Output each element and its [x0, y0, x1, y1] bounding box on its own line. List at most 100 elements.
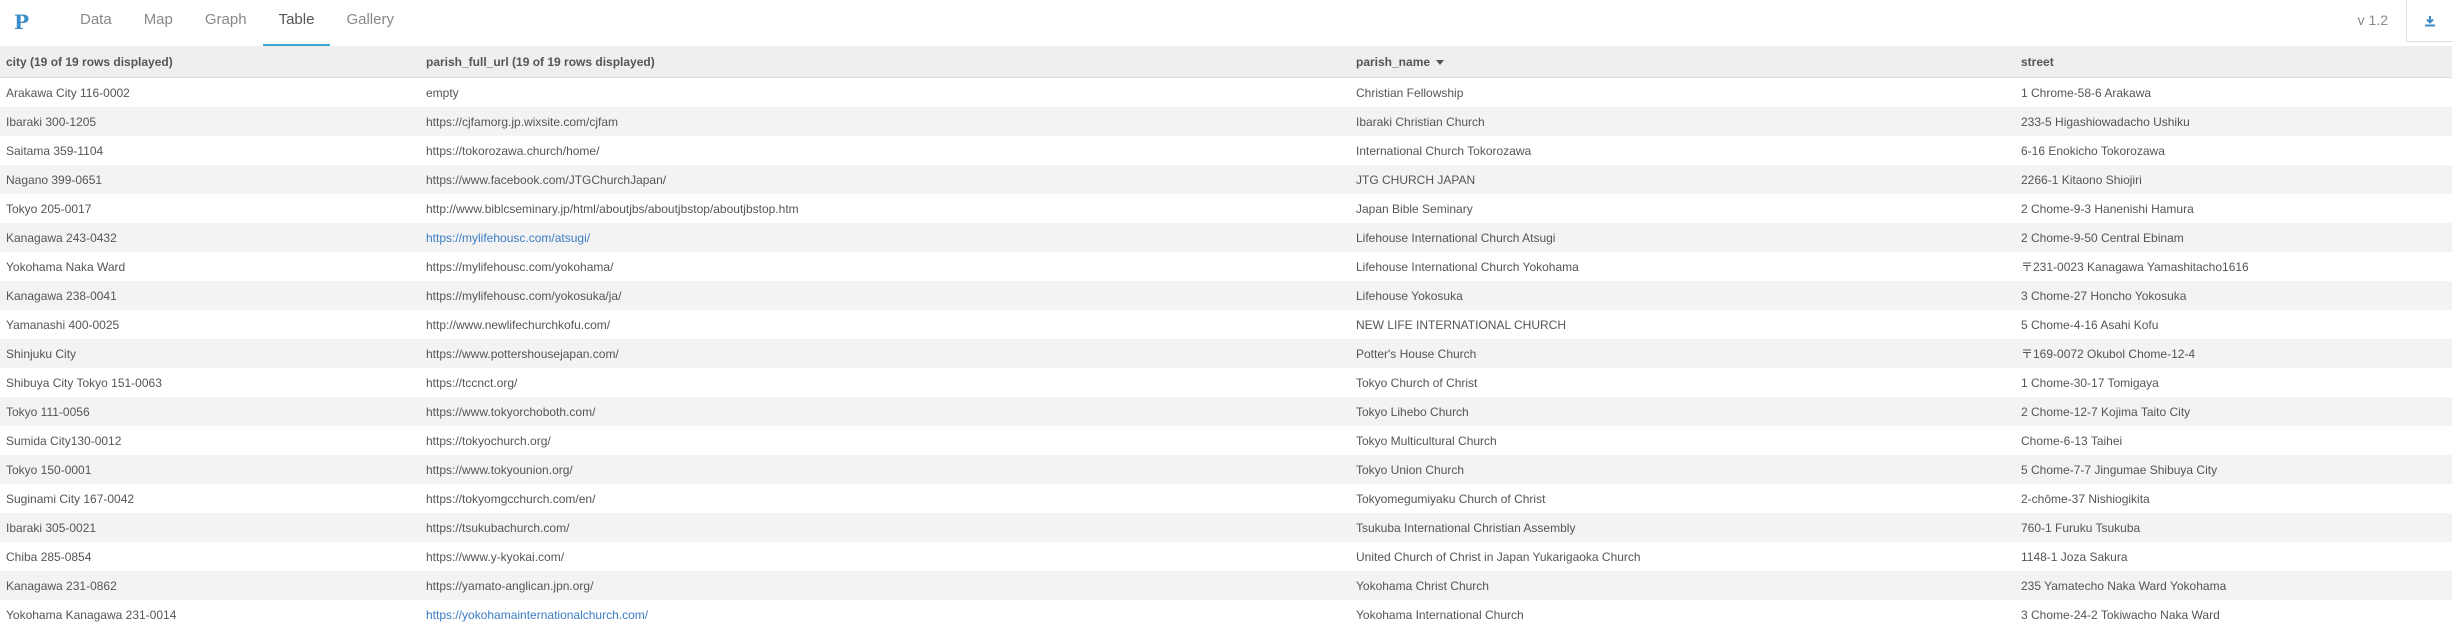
table-row[interactable]: Saitama 359-1104 https://tokorozawa.churc…: [0, 136, 2452, 165]
cell-parish-name: Ibaraki Christian Church: [1350, 107, 2015, 136]
cell-city: Suginami City 167-0042: [0, 484, 420, 513]
nav-tabs: Data Map Graph Table Gallery: [64, 0, 410, 46]
cell-city: Ibaraki 305-0021: [0, 513, 420, 542]
cell-parish-name: Yokohama International Church: [1350, 600, 2015, 629]
cell-parish-name: United Church of Christ in Japan Yukarig…: [1350, 542, 2015, 571]
table-row[interactable]: Tokyo 150-0001 https://www.tokyounion.org…: [0, 455, 2452, 484]
cell-street: 5 Chome-4-16 Asahi Kofu: [2015, 310, 2452, 339]
download-icon: [2424, 15, 2435, 26]
cell-city: Yokohama Kanagawa 231-0014: [0, 600, 420, 629]
cell-street: 2 Chome-12-7 Kojima Taito City: [2015, 397, 2452, 426]
cell-city: Sumida City130-0012: [0, 426, 420, 455]
cell-parish-name: Christian Fellowship: [1350, 77, 2015, 107]
table-row[interactable]: Kanagawa 231-0862 https://yamato-anglican…: [0, 571, 2452, 600]
cell-parish-url: http://www.biblcseminary.jp/html/aboutjb…: [420, 194, 1350, 223]
cell-parish-url: https://www.tokyounion.org/: [420, 455, 1350, 484]
app-logo[interactable]: P: [14, 10, 29, 34]
cell-city: Shinjuku City: [0, 339, 420, 368]
cell-parish-url[interactable]: https://mylifehousc.com/atsugi/: [420, 223, 1350, 252]
cell-street: 〒169-0072 Okubol Chome-12-4: [2015, 339, 2452, 368]
cell-street: 〒231-0023 Kanagawa Yamashitacho1616: [2015, 252, 2452, 281]
table-row[interactable]: Shibuya City Tokyo 151-0063 https://tccnc…: [0, 368, 2452, 397]
cell-parish-url: http://www.newlifechurchkofu.com/: [420, 310, 1350, 339]
cell-parish-url: https://mylifehousc.com/yokosuka/ja/: [420, 281, 1350, 310]
cell-street: 1148-1 Joza Sakura: [2015, 542, 2452, 571]
cell-parish-url: https://www.y-kyokai.com/: [420, 542, 1350, 571]
version-label: v 1.2: [2357, 12, 2388, 28]
cell-city: Kanagawa 231-0862: [0, 571, 420, 600]
cell-city: Saitama 359-1104: [0, 136, 420, 165]
tab-graph[interactable]: Graph: [189, 0, 263, 46]
cell-city: Yamanashi 400-0025: [0, 310, 420, 339]
table-row[interactable]: Ibaraki 300-1205 https://cjfamorg.jp.wixs…: [0, 107, 2452, 136]
table-row[interactable]: Nagano 399-0651 https://www.facebook.com/…: [0, 165, 2452, 194]
column-header-parish-name[interactable]: parish_name: [1350, 46, 2015, 78]
cell-parish-url: https://tokyochurch.org/: [420, 426, 1350, 455]
table-row[interactable]: Kanagawa 243-0432 https://mylifehousc.com…: [0, 223, 2452, 252]
cell-street: 5 Chome-7-7 Jingumae Shibuya City: [2015, 455, 2452, 484]
cell-parish-name: Tokyo Lihebo Church: [1350, 397, 2015, 426]
tab-gallery[interactable]: Gallery: [330, 0, 410, 46]
cell-street: 760-1 Furuku Tsukuba: [2015, 513, 2452, 542]
cell-parish-name: JTG CHURCH JAPAN: [1350, 165, 2015, 194]
cell-street: 1 Chome-30-17 Tomigaya: [2015, 368, 2452, 397]
cell-street: 2-chōme-37 Nishiogikita: [2015, 484, 2452, 513]
cell-parish-name: Tokyo Multicultural Church: [1350, 426, 2015, 455]
cell-parish-url: https://www.tokyorchoboth.com/: [420, 397, 1350, 426]
table-row[interactable]: Yokohama Kanagawa 231-0014 https://yokoha…: [0, 600, 2452, 629]
cell-street: 1 Chrome-58-6 Arakawa: [2015, 77, 2452, 107]
cell-parish-name: Tsukuba International Christian Assembly: [1350, 513, 2015, 542]
cell-parish-url: https://tccnct.org/: [420, 368, 1350, 397]
table-row[interactable]: Yokohama Naka Ward https://mylifehousc.co…: [0, 252, 2452, 281]
cell-street: 2266-1 Kitaono Shiojiri: [2015, 165, 2452, 194]
cell-parish-url: https://tokyomgcchurch.com/en/: [420, 484, 1350, 513]
cell-parish-url: https://tsukubachurch.com/: [420, 513, 1350, 542]
cell-city: Nagano 399-0651: [0, 165, 420, 194]
cell-street: 3 Chome-24-2 Tokiwacho Naka Ward: [2015, 600, 2452, 629]
table-row[interactable]: Yamanashi 400-0025 http://www.newlifechur…: [0, 310, 2452, 339]
cell-city: Ibaraki 300-1205: [0, 107, 420, 136]
cell-street: 2 Chome-9-3 Hanenishi Hamura: [2015, 194, 2452, 223]
cell-parish-url: https://www.facebook.com/JTGChurchJapan/: [420, 165, 1350, 194]
cell-parish-name: Lifehouse International Church Yokohama: [1350, 252, 2015, 281]
cell-parish-url: https://tokorozawa.church/home/: [420, 136, 1350, 165]
cell-parish-name: Tokyo Church of Christ: [1350, 368, 2015, 397]
cell-parish-url: https://yamato-anglican.jpn.org/: [420, 571, 1350, 600]
cell-parish-url[interactable]: https://yokohamainternationalchurch.com/: [420, 600, 1350, 629]
cell-parish-name: Japan Bible Seminary: [1350, 194, 2015, 223]
cell-parish-name: Potter's House Church: [1350, 339, 2015, 368]
tab-table[interactable]: Table: [262, 0, 331, 46]
column-header-street[interactable]: street: [2015, 46, 2452, 78]
cell-parish-name: Lifehouse Yokosuka: [1350, 281, 2015, 310]
cell-city: Chiba 285-0854: [0, 542, 420, 571]
cell-street: 235 Yamatecho Naka Ward Yokohama: [2015, 571, 2452, 600]
table-row[interactable]: Tokyo 111-0056 https://www.tokyorchoboth.…: [0, 397, 2452, 426]
table-row[interactable]: Ibaraki 305-0021 https://tsukubachurch.co…: [0, 513, 2452, 542]
cell-city: Tokyo 205-0017: [0, 194, 420, 223]
cell-street: 3 Chome-27 Honcho Yokosuka: [2015, 281, 2452, 310]
cell-city: Yokohama Naka Ward: [0, 252, 420, 281]
table-row[interactable]: Chiba 285-0854 https://www.y-kyokai.com/U…: [0, 542, 2452, 571]
cell-city: Kanagawa 243-0432: [0, 223, 420, 252]
tab-map[interactable]: Map: [128, 0, 189, 46]
cell-city: Kanagawa 238-0041: [0, 281, 420, 310]
table-row[interactable]: Kanagawa 238-0041 https://mylifehousc.com…: [0, 281, 2452, 310]
table-row[interactable]: Shinjuku City https://www.pottershousejap…: [0, 339, 2452, 368]
cell-parish-url: empty: [420, 77, 1350, 107]
sort-descending-icon: [1436, 59, 1445, 65]
cell-street: Chome-6-13 Taihei: [2015, 426, 2452, 455]
table-row[interactable]: Arakawa City 116-0002 empty Christian Fell…: [0, 77, 2452, 107]
table-row[interactable]: Sumida City130-0012 https://tokyochurch.o…: [0, 426, 2452, 455]
cell-street: 233-5 Higashiowadacho Ushiku: [2015, 107, 2452, 136]
cell-city: Arakawa City 116-0002: [0, 77, 420, 107]
download-button[interactable]: [2406, 0, 2452, 42]
table-row[interactable]: Tokyo 205-0017 http://www.biblcseminary.j…: [0, 194, 2452, 223]
cell-city: Shibuya City Tokyo 151-0063: [0, 368, 420, 397]
tab-data[interactable]: Data: [64, 0, 128, 46]
cell-parish-name: NEW LIFE INTERNATIONAL CHURCH: [1350, 310, 2015, 339]
cell-city: Tokyo 150-0001: [0, 455, 420, 484]
table-row[interactable]: Suginami City 167-0042 https://tokyomgcch…: [0, 484, 2452, 513]
column-header-city[interactable]: city (19 of 19 rows displayed): [0, 46, 420, 78]
column-header-parish-full-url[interactable]: parish_full_url (19 of 19 rows displayed…: [420, 46, 1350, 78]
table-header-row: city (19 of 19 rows displayed) parish_fu…: [0, 46, 2452, 78]
